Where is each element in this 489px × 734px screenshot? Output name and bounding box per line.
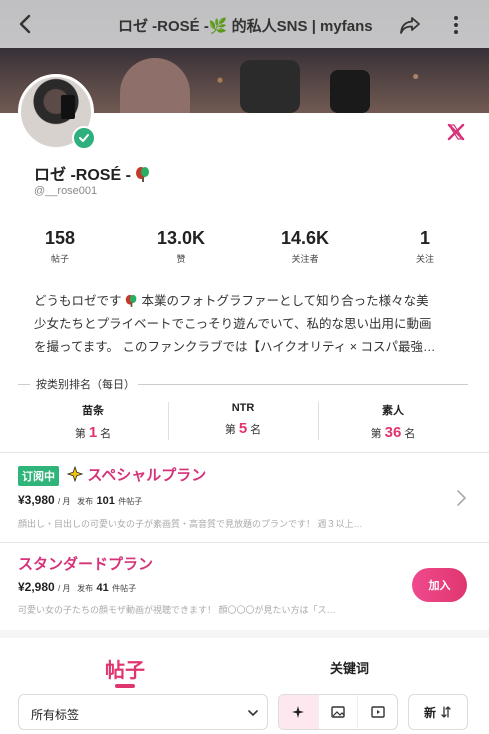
sort-icon: [441, 706, 451, 718]
profile-bio[interactable]: どうもロゼです 本業のフォトグラファーとして知り合った様々な美 少女たちとプライ…: [34, 290, 459, 359]
view-video-button[interactable]: [358, 695, 397, 729]
bio-line: どうもロゼです 本業のフォトグラファーとして知り合った様々な美: [34, 290, 459, 313]
stat-label: 帖子: [50, 254, 69, 264]
ranking-list: 苗条 第1名 NTR 第5名 素人 第 36 名: [18, 402, 468, 441]
plan-price: ¥3,980: [18, 493, 55, 507]
bio-line: を撮ってます。 このファンクラブでは【ハイクオリティ × コスパ最強…: [34, 340, 436, 354]
stat-posts[interactable]: 158 帖子: [10, 228, 110, 265]
plan-description: 可愛い女の子たちの顔モザ動画が視聴できます！ 顔〇〇〇が見たい方は「ス…: [18, 605, 336, 615]
stat-likes[interactable]: 13.0K 赞: [131, 228, 231, 265]
profile-handle: @__rose001: [34, 185, 98, 197]
ranking-suffix: 名: [100, 428, 112, 440]
tab-posts[interactable]: 帖子: [100, 654, 150, 683]
plan-posts-prefix: 发布: [77, 497, 94, 506]
ranking-position: 第5名: [168, 420, 318, 437]
plant-emoji-icon: [125, 294, 137, 307]
ranking-number: 36: [384, 424, 402, 441]
divider: [138, 384, 468, 385]
view-image-button[interactable]: [319, 695, 359, 729]
profile-name-text: ロゼ -ROSÉ -: [34, 167, 131, 184]
ranking-number: 1: [88, 424, 98, 441]
image-icon: [331, 706, 345, 718]
page-title: ロゼ -ROSÉ -🌿 的私人SNS | myfans: [118, 18, 373, 35]
ranking-suffix: 名: [404, 428, 416, 440]
stats-row: 158 帖子 13.0K 赞 14.6K 关注者 1 关注: [0, 228, 489, 268]
bio-line: 少女たちとプライベートでこっそり遊んでいて、私的な思い出用に動画: [34, 317, 432, 331]
ranking-number: 5: [238, 420, 248, 437]
stat-label: 赞: [176, 254, 186, 264]
plan-posts-prefix: 发布: [77, 584, 94, 593]
ranking-item[interactable]: 素人 第 36 名: [318, 402, 468, 441]
plan-title: スペシャルプラン: [87, 467, 207, 484]
ranking-item[interactable]: 苗条 第1名: [18, 402, 168, 441]
plan-posts-suffix: 件帖子: [118, 497, 143, 506]
plan-card-standard[interactable]: スタンダードプラン ¥2,980 / 月 发布 41 件帖子 可愛い女の子たちの…: [0, 543, 489, 629]
ranking-prefix: 第: [370, 428, 382, 440]
top-bar: ロゼ -ROSÉ -🌿 的私人SNS | myfans: [0, 0, 489, 48]
plan-title-row: 订阅中 スペシャルプラン: [18, 464, 207, 487]
subscribed-badge: 订阅中: [18, 466, 59, 487]
join-button[interactable]: 加入: [412, 568, 467, 602]
sort-label: 新: [423, 705, 436, 720]
banner-figure: [330, 70, 370, 113]
bio-text: 本業のフォトグラファーとして知り合った様々な美: [138, 294, 429, 308]
plan-period: / 月: [58, 584, 71, 593]
tag-select-label: 所有标签: [31, 708, 80, 722]
plan-title: スタンダードプラン: [18, 556, 154, 573]
more-options-icon[interactable]: [446, 13, 466, 37]
view-all-button[interactable]: [279, 695, 319, 729]
share-icon[interactable]: [398, 13, 422, 37]
stat-value: 13.0K: [156, 228, 206, 248]
stat-value: 158: [44, 228, 76, 248]
back-arrow-icon[interactable]: [14, 12, 38, 36]
ranking-heading-text: 按类别排名（每日）: [36, 379, 135, 391]
avatar-phone: [61, 95, 75, 119]
tag-select[interactable]: 所有标签: [18, 694, 268, 730]
plan-posts-suffix: 件帖子: [112, 584, 137, 593]
ranking-category: 苗条: [82, 405, 104, 417]
plan-description: 顔出し・目出しの可愛い女の子が素画質・高音質で見放題のプランです！ 週３以上…: [18, 519, 363, 529]
plant-emoji-icon: [136, 167, 150, 182]
stat-label: 关注: [415, 254, 434, 264]
sparkle-icon: [292, 706, 305, 718]
content-tabs: 帖子 关键词: [0, 650, 489, 690]
stat-followers[interactable]: 14.6K 关注者: [255, 228, 355, 265]
ranking-heading: 按类别排名（每日）: [18, 376, 468, 392]
ranking-position: 第1名: [18, 424, 168, 441]
bio-text: どうもロゼです: [34, 294, 122, 308]
divider: [18, 384, 30, 385]
plan-period: / 月: [58, 497, 71, 506]
stat-value: 14.6K: [280, 228, 330, 248]
tab-keywords[interactable]: 关键词: [330, 658, 369, 677]
ranking-category: 素人: [382, 405, 404, 417]
chevron-down-icon: [248, 710, 258, 717]
chevron-right-icon[interactable]: [455, 489, 467, 507]
stat-following[interactable]: 1 关注: [375, 228, 475, 265]
ranking-suffix: 名: [250, 424, 262, 436]
plan-post-count: 41: [96, 582, 109, 594]
tab-active-indicator: [115, 684, 135, 688]
ranking-category: NTR: [231, 402, 255, 414]
sort-button[interactable]: 新: [408, 694, 468, 730]
plan-price-row: ¥3,980 / 月 发布 101 件帖子: [18, 493, 142, 507]
plan-price: ¥2,980: [18, 580, 55, 594]
video-icon: [370, 706, 385, 718]
stat-label: 关注者: [291, 254, 319, 264]
ranking-item[interactable]: NTR 第5名: [168, 402, 318, 437]
plan-card-special[interactable]: 订阅中 スペシャルプラン ¥3,980 / 月 发布 101 件帖子 顔出し・目…: [0, 453, 489, 541]
ranking-position: 第 36 名: [318, 424, 468, 441]
plan-price-row: ¥2,980 / 月 发布 41 件帖子: [18, 580, 136, 594]
filter-bar: 所有标签 新: [18, 694, 468, 730]
ranking-prefix: 第: [224, 424, 236, 436]
profile-name: ロゼ -ROSÉ -: [34, 161, 151, 185]
verified-badge-icon: [72, 126, 96, 150]
section-divider: [0, 630, 489, 638]
sparkle-icon: [67, 466, 84, 482]
banner-figure: [240, 60, 300, 113]
view-toggle: [278, 694, 398, 730]
x-social-icon[interactable]: [447, 123, 465, 141]
ranking-prefix: 第: [74, 428, 86, 440]
stat-value: 1: [419, 228, 430, 248]
plan-post-count: 101: [96, 495, 115, 507]
